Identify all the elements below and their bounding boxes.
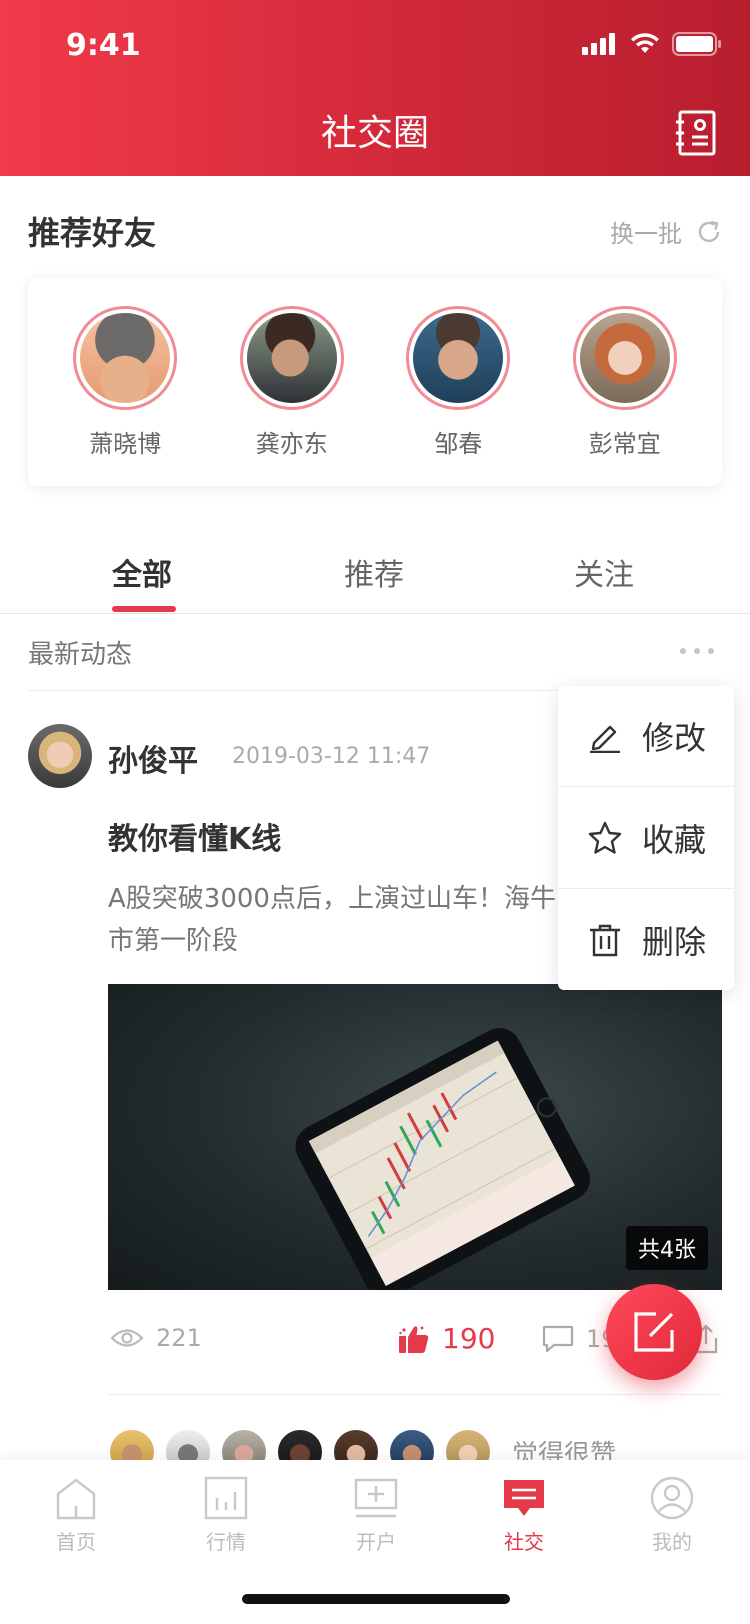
friend-item[interactable]: 萧晓博 <box>55 278 195 486</box>
tabbar-item-home[interactable]: 首页 <box>16 1476 136 1555</box>
recommend-friends-card: 萧晓博 龚亦东 邹春 彭常宜 <box>28 278 722 486</box>
tab-recommend[interactable]: 推荐 <box>344 550 404 594</box>
menu-item-edit[interactable]: 修改 <box>558 686 734 786</box>
friend-item[interactable]: 邹春 <box>388 278 528 486</box>
tabbar-item-mine[interactable]: 我的 <box>612 1476 732 1555</box>
tabbar-item-social[interactable]: 社交 <box>464 1476 584 1555</box>
refresh-label: 换一批 <box>610 220 682 248</box>
tab-all[interactable]: 全部 <box>112 550 172 594</box>
avatar[interactable] <box>73 306 178 410</box>
eye-icon <box>110 1329 144 1347</box>
trash-icon <box>590 924 620 957</box>
views-count: 221 <box>110 1324 202 1352</box>
signal-icon <box>582 33 615 55</box>
star-icon <box>588 821 622 854</box>
tabbar-label: 开户 <box>356 1530 396 1554</box>
tabbar-item-open-account[interactable]: 开户 <box>316 1476 436 1555</box>
chart-bars-icon <box>204 1476 248 1520</box>
tabbar-label: 行情 <box>206 1530 246 1554</box>
friend-item[interactable]: 彭常宜 <box>555 278 695 486</box>
home-indicator <box>242 1594 510 1604</box>
compose-icon <box>634 1312 674 1352</box>
post-title[interactable]: 教你看懂K线 <box>108 814 281 858</box>
friend-name: 邹春 <box>434 430 483 458</box>
status-time: 9:41 <box>66 28 141 63</box>
profile-icon <box>650 1476 694 1520</box>
image-count-badge: 共4张 <box>626 1226 708 1270</box>
likes-value: 190 <box>442 1322 496 1355</box>
avatar[interactable] <box>239 306 344 410</box>
app-header: 9:41 社交圈 <box>0 0 750 176</box>
compose-button[interactable] <box>606 1284 702 1380</box>
divider <box>558 786 734 787</box>
friend-name: 萧晓博 <box>89 430 162 458</box>
feed-label: 最新动态 <box>28 640 133 670</box>
feed-tabs: 全部 推荐 关注 <box>0 520 750 614</box>
friend-item[interactable]: 龚亦东 <box>222 278 362 486</box>
menu-label: 收藏 <box>642 821 707 859</box>
contacts-button[interactable] <box>674 110 718 156</box>
divider <box>558 888 734 889</box>
avatar[interactable] <box>572 306 677 410</box>
friend-name: 龚亦东 <box>255 430 328 458</box>
home-icon <box>56 1478 96 1520</box>
tabbar-label: 首页 <box>56 1530 96 1554</box>
post-author-name[interactable]: 孙俊平 <box>108 736 198 780</box>
menu-item-favorite[interactable]: 收藏 <box>558 788 734 888</box>
tabbar-item-market[interactable]: 行情 <box>166 1476 286 1555</box>
tabbar-label: 我的 <box>652 1530 692 1554</box>
thumbs-up-icon <box>399 1325 429 1353</box>
contacts-book-icon <box>676 110 716 156</box>
post-time: 2019-03-12 11:47 <box>232 744 431 769</box>
edit-icon <box>590 725 620 753</box>
battery-icon <box>672 32 721 56</box>
post-body[interactable]: A股突破3000点后，上演过山车！海牛市第一阶段 <box>108 878 558 962</box>
page-title: 社交圈 <box>320 113 429 154</box>
menu-label: 修改 <box>642 719 707 757</box>
wifi-icon <box>631 33 659 53</box>
recommend-title: 推荐好友 <box>28 214 157 252</box>
tab-follow[interactable]: 关注 <box>574 550 634 594</box>
menu-label: 删除 <box>642 923 707 961</box>
more-options-button[interactable] <box>680 648 714 654</box>
post-author-avatar[interactable] <box>28 724 92 788</box>
menu-item-delete[interactable]: 删除 <box>558 890 734 990</box>
friend-name: 彭常宜 <box>588 430 661 458</box>
refresh-button[interactable]: 换一批 <box>610 214 722 249</box>
popup-arrow <box>672 674 696 686</box>
more-options-menu: 修改 收藏 删除 <box>558 686 734 990</box>
like-button[interactable]: 190 <box>398 1322 495 1355</box>
divider <box>108 1394 722 1395</box>
avatar[interactable] <box>406 306 511 410</box>
refresh-icon <box>698 220 720 242</box>
open-account-icon <box>354 1478 398 1518</box>
comment-icon <box>542 1325 574 1353</box>
social-message-icon <box>504 1480 544 1516</box>
status-icons <box>582 32 722 56</box>
views-value: 221 <box>156 1324 202 1352</box>
post-image[interactable]: 共4张 <box>108 984 722 1290</box>
tabbar-label: 社交 <box>504 1530 544 1554</box>
tab-active-indicator <box>112 606 176 612</box>
more-icon <box>680 648 686 654</box>
